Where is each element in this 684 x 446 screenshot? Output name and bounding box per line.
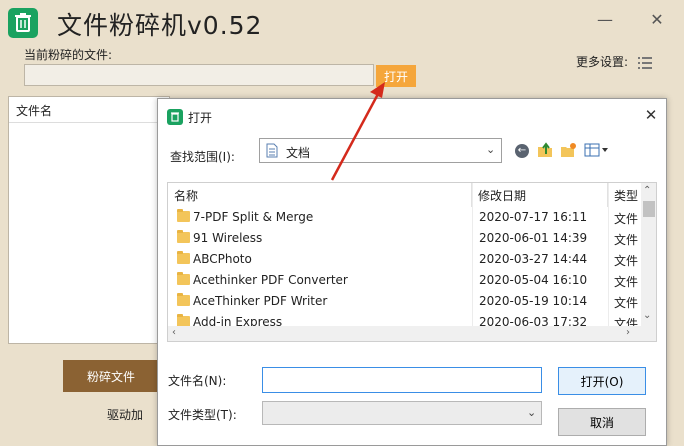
- folder-icon: [177, 293, 190, 306]
- scrollbar-thumb[interactable]: [643, 201, 655, 217]
- column-header-name[interactable]: 名称 ⌃: [168, 183, 472, 207]
- look-in-value: 文档: [286, 146, 311, 160]
- file-name-input[interactable]: [262, 367, 542, 393]
- file-rows: 7-PDF Split & Merge 2020-07-17 16:11 文件 91…: [168, 207, 642, 333]
- list-item[interactable]: ABCPhoto 2020-03-27 14:44 文件: [168, 249, 642, 270]
- view-menu-icon[interactable]: [584, 142, 610, 158]
- look-in-select[interactable]: 文档 ⌄: [259, 138, 502, 163]
- scroll-right-icon[interactable]: ›: [626, 327, 630, 338]
- column-header-date[interactable]: 修改日期: [472, 183, 608, 207]
- chevron-down-icon: ⌄: [527, 406, 537, 419]
- column-header-type[interactable]: 类型: [608, 183, 642, 207]
- current-file-field[interactable]: [24, 64, 374, 86]
- close-icon[interactable]: ✕: [647, 10, 667, 30]
- file-list-panel[interactable]: 文件名: [8, 96, 170, 344]
- file-list[interactable]: 名称 ⌃ 修改日期 类型 7-PDF Split & Merge 2020-07-…: [167, 182, 657, 342]
- shred-button[interactable]: 粉碎文件: [63, 360, 159, 392]
- folder-icon: [177, 209, 190, 222]
- chevron-down-icon: ⌄: [486, 143, 496, 156]
- more-settings-label: 更多设置:: [576, 55, 629, 69]
- dialog-open-button[interactable]: 打开(O): [558, 367, 646, 395]
- dialog-app-icon: [167, 109, 183, 125]
- scroll-up-icon[interactable]: ⌃: [643, 185, 651, 196]
- folder-icon: [177, 230, 190, 243]
- horizontal-scrollbar[interactable]: [168, 326, 656, 341]
- driver-label: 驱动加: [107, 408, 144, 422]
- list-item[interactable]: AceThinker PDF Writer 2020-05-19 10:14 文件: [168, 291, 642, 312]
- look-in-label: 查找范围(I):: [170, 150, 235, 164]
- dialog-title: 打开: [188, 111, 213, 125]
- folder-icon: [177, 251, 190, 264]
- sort-up-icon: ⌃: [314, 182, 323, 190]
- open-file-button[interactable]: 打开: [376, 65, 416, 87]
- scroll-left-icon[interactable]: ‹: [172, 327, 176, 338]
- open-dialog: 打开 ✕ 查找范围(I): 文档 ⌄ ← 名称 ⌃ 修改日期 类型 7-PDF …: [157, 98, 667, 446]
- list-item[interactable]: 7-PDF Split & Merge 2020-07-17 16:11 文件: [168, 207, 642, 228]
- list-item[interactable]: Acethinker PDF Converter 2020-05-04 16:10…: [168, 270, 642, 291]
- app-title: 文件粉碎机v0.52: [57, 11, 263, 40]
- document-icon: [266, 143, 278, 158]
- up-folder-icon[interactable]: [536, 141, 554, 159]
- new-folder-icon[interactable]: [559, 141, 577, 159]
- scroll-down-icon[interactable]: ⌄: [643, 310, 651, 321]
- list-menu-icon[interactable]: [638, 56, 652, 70]
- folder-icon: [177, 272, 190, 285]
- current-file-label: 当前粉碎的文件:: [24, 48, 113, 62]
- file-list-header: 文件名: [9, 97, 169, 123]
- back-arrow-icon[interactable]: ←: [515, 144, 529, 158]
- minimize-icon[interactable]: —: [595, 10, 615, 30]
- dialog-close-icon[interactable]: ✕: [642, 106, 660, 124]
- file-name-label: 文件名(N):: [168, 374, 227, 388]
- list-item[interactable]: 91 Wireless 2020-06-01 14:39 文件: [168, 228, 642, 249]
- file-type-label: 文件类型(T):: [168, 408, 237, 422]
- file-type-select[interactable]: ⌄: [262, 401, 542, 425]
- dialog-cancel-button[interactable]: 取消: [558, 408, 646, 436]
- app-logo-icon: [8, 8, 38, 38]
